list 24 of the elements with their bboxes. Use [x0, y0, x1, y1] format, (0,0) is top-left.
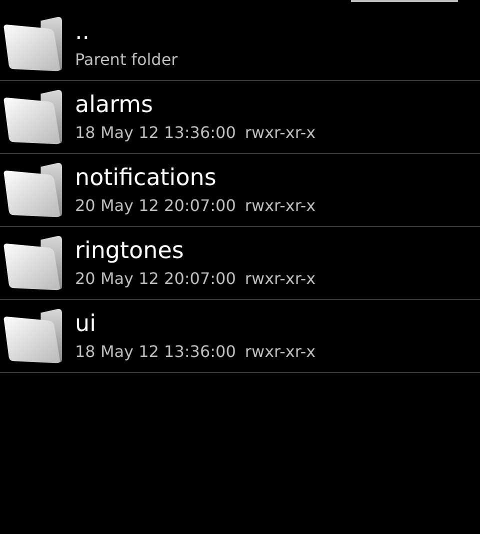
modified-date: 20 May 12 20:07:00 [75, 269, 236, 289]
permissions: rwxr-xr-x [244, 269, 316, 289]
folder-name: notifications [75, 164, 218, 192]
folder-subtitle: Parent folder [75, 50, 178, 70]
permissions: rwxr-xr-x [244, 342, 316, 362]
folder-icon [1, 161, 65, 219]
modified-date: 18 May 12 13:36:00 [75, 342, 236, 362]
folder-name: ui [75, 310, 97, 338]
folder-name: ringtones [75, 237, 185, 265]
folder-name: .. [75, 18, 91, 46]
folder-name: alarms [75, 91, 154, 119]
folder-row[interactable]: notifications 20 May 12 20:07:00 rwxr-xr-x [0, 154, 480, 227]
folder-icon [1, 88, 65, 146]
folder-row[interactable]: alarms 18 May 12 13:36:00 rwxr-xr-x [0, 81, 480, 154]
folder-row[interactable]: ringtones 20 May 12 20:07:00 rwxr-xr-x [0, 227, 480, 300]
folder-icon [1, 234, 65, 292]
folder-icon [1, 307, 65, 365]
folder-row[interactable]: .. Parent folder [0, 8, 480, 81]
permissions: rwxr-xr-x [244, 196, 316, 216]
modified-date: 18 May 12 13:36:00 [75, 123, 236, 143]
modified-date: 20 May 12 20:07:00 [75, 196, 236, 216]
folder-row[interactable]: ui 18 May 12 13:36:00 rwxr-xr-x [0, 300, 480, 373]
permissions: rwxr-xr-x [244, 123, 316, 143]
folder-icon [1, 15, 65, 73]
